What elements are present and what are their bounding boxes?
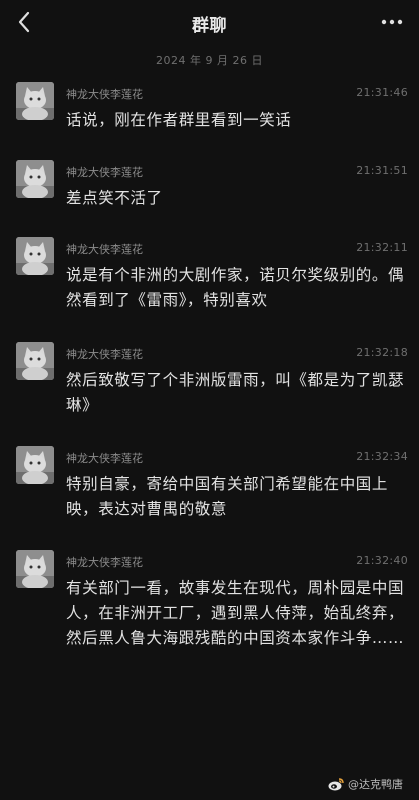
message-item: 神龙大侠李莲花 21:32:34 特别自豪，寄给中国有关部门希望能在中国上映，表… [16,446,408,530]
avatar[interactable] [16,237,54,275]
message-text: 然后致敬写了个非洲版雷雨，叫《都是为了凯瑟琳》 [66,371,405,414]
message-item: 神龙大侠李莲花 21:32:11 说是有个非洲的大剧作家，诺贝尔奖级别的。偶然看… [16,237,408,321]
sender-name: 神龙大侠李莲花 [66,556,143,569]
sender-name: 神龙大侠李莲花 [66,348,143,361]
message-item: 神龙大侠李莲花 21:32:18 然后致敬写了个非洲版雷雨，叫《都是为了凯瑟琳》 [16,342,408,426]
avatar[interactable] [16,550,54,588]
message-text: 说是有个非洲的大剧作家，诺贝尔奖级别的。偶然看到了《雷雨》，特别喜欢 [66,266,405,309]
message-time: 21:32:40 [356,554,408,567]
watermark-text: @达克鸭唐 [348,778,403,791]
message-time: 21:31:46 [356,86,408,99]
top-bar: 群聊 [0,0,419,44]
weibo-icon [328,777,344,791]
watermark: @达克鸭唐 [328,776,403,792]
message-text: 有关部门一看，故事发生在现代，周朴园是中国人，在非洲开工厂，遇到黑人侍萍，始乱终… [66,579,405,647]
message-text: 特别自豪，寄给中国有关部门希望能在中国上映，表达对曹禺的敬意 [66,475,389,518]
message-item: 神龙大侠李莲花 21:31:46 话说，刚在作者群里看到一笑话 [16,82,408,142]
message-time: 21:32:18 [356,346,408,359]
more-dots-icon[interactable] [375,8,409,36]
message-time: 21:32:11 [356,241,408,254]
sender-name: 神龙大侠李莲花 [66,166,143,179]
avatar[interactable] [16,446,54,484]
sender-name: 神龙大侠李莲花 [66,243,143,256]
sender-name: 神龙大侠李莲花 [66,452,143,465]
message-text: 差点笑不活了 [66,189,163,207]
message-time: 21:32:34 [356,450,408,463]
sender-name: 神龙大侠李莲花 [66,88,143,101]
page-title: 群聊 [192,16,227,36]
message-time: 21:31:51 [356,164,408,177]
avatar[interactable] [16,160,54,198]
avatar[interactable] [16,82,54,120]
message-text: 话说，刚在作者群里看到一笑话 [66,111,292,129]
message-item: 神龙大侠李莲花 21:31:51 差点笑不活了 [16,160,408,220]
date-divider: 2024 年 9 月 26 日 [156,54,263,67]
message-item: 神龙大侠李莲花 21:32:40 有关部门一看，故事发生在现代，周朴园是中国人，… [16,550,408,680]
avatar[interactable] [16,342,54,380]
